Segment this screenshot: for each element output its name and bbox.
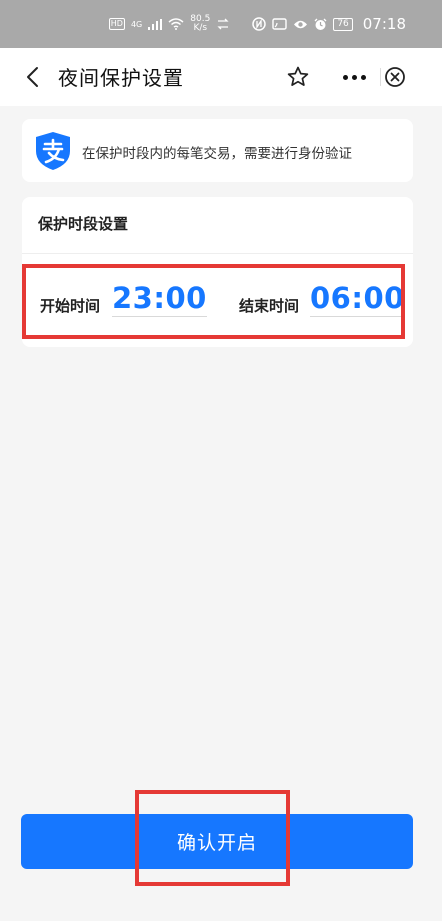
nfc-icon [252,17,267,31]
cast-icon [272,17,288,30]
page-title: 夜间保护设置 [58,66,184,90]
battery-indicator: 76 [333,17,353,31]
confirm-button-highlight [135,790,290,886]
status-time: 07:18 [362,15,406,33]
mini-program-capsule [322,60,422,94]
network-speed: 80.5 K/s [190,15,210,33]
close-icon[interactable] [384,66,406,88]
divider [22,253,413,254]
data-transfer-icon [217,18,229,30]
alipay-icon [36,132,70,170]
nav-bar: 夜间保护设置 [0,48,442,106]
time-range-highlight [22,264,405,339]
network-indicator: 4G [130,19,143,29]
capsule-divider [380,68,381,86]
network-speed-unit: K/s [193,23,208,33]
more-icon[interactable] [334,64,374,90]
back-icon[interactable] [22,66,44,88]
alarm-icon [314,18,327,30]
tip-card: 在保护时段内的每笔交易，需要进行身份验证 [22,119,413,182]
eye-icon [294,20,308,28]
status-bar: HD 4G 80.5 K/s 76 07:18 [0,0,442,48]
signal-icon [148,18,163,30]
tip-text: 在保护时段内的每笔交易，需要进行身份验证 [82,146,352,162]
hd-indicator: HD [108,18,125,30]
section-title: 保护时段设置 [38,215,129,233]
star-icon[interactable] [286,65,310,89]
wifi-icon [168,18,184,30]
